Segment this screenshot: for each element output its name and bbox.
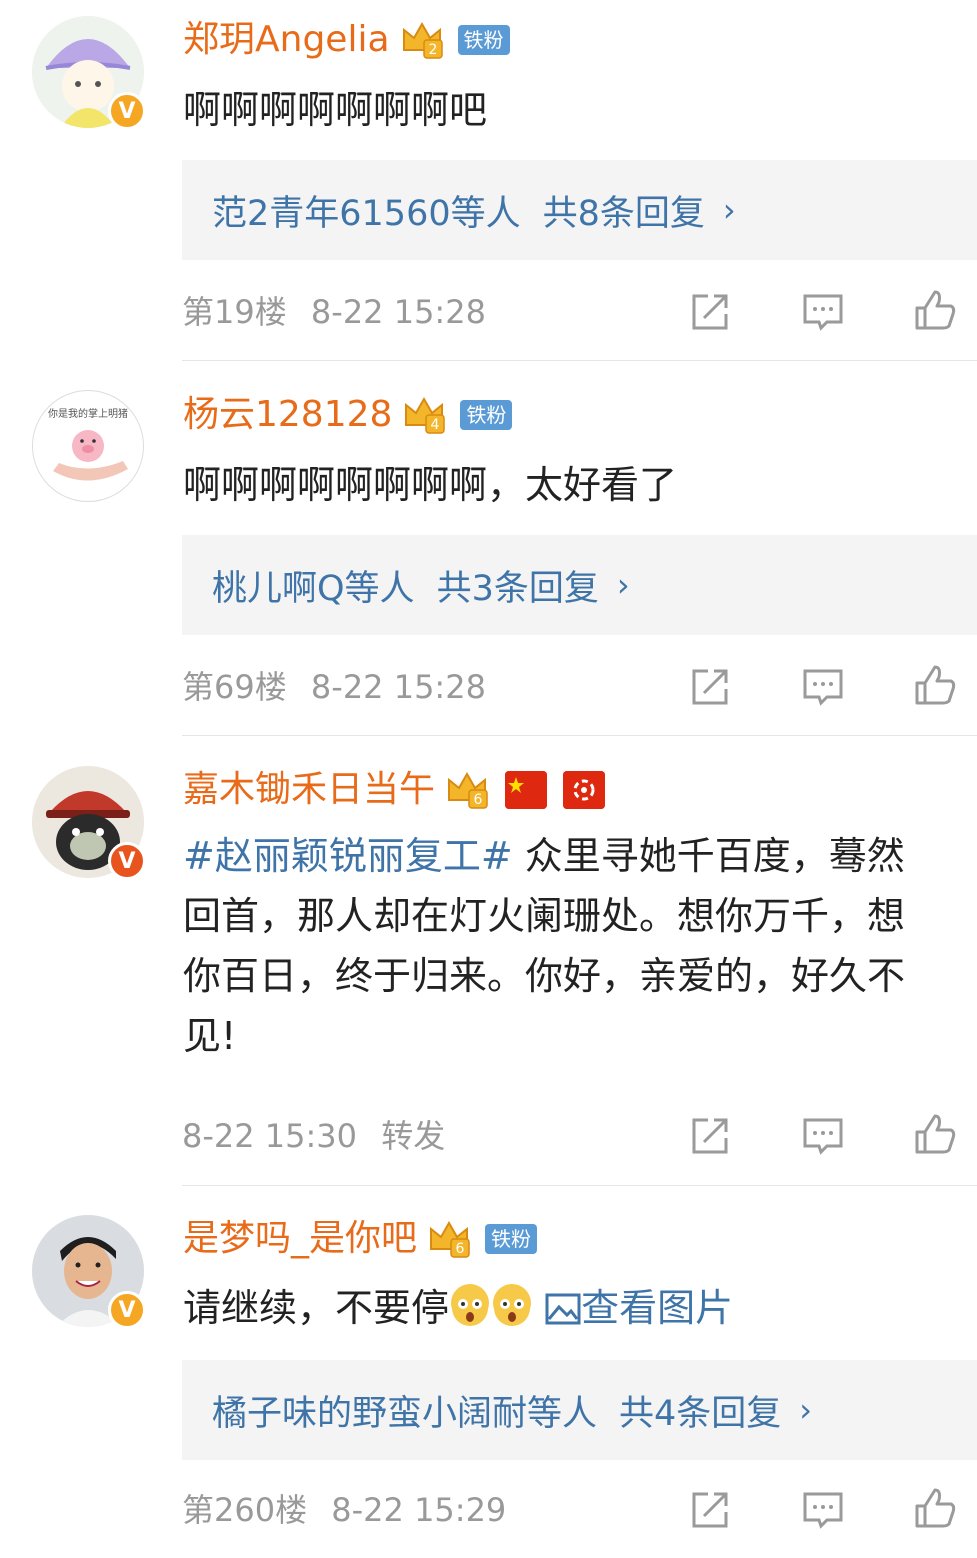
share-icon[interactable] [688,1488,732,1532]
view-image-link[interactable]: 查看图片 [545,1286,733,1330]
username[interactable]: 杨云128128 4 铁粉 [183,393,513,437]
share-icon[interactable] [688,290,732,334]
avatar[interactable]: V [32,1215,146,1329]
comment-text: 啊啊啊啊啊啊啊吧 [183,88,488,132]
reply-summary[interactable]: 橘子味的野蛮小阔耐等人 共4条回复 › [182,1360,977,1460]
reply-summary[interactable]: 范2青年61560等人 共8条回复 › [182,160,977,260]
comment-meta: 8-22 15:30 转发 [182,1116,445,1156]
hong-kong-flag-icon [563,771,606,809]
chevron-right-icon: › [722,191,736,229]
crown-level-icon: 2 [400,20,444,60]
username-text[interactable]: 杨云128128 [183,393,392,437]
username-text[interactable]: 是梦吗_是你吧 [183,1217,417,1261]
avatar[interactable]: 你是我的掌上明猪 [32,390,144,502]
username[interactable]: 是梦吗_是你吧 6 铁粉 [183,1217,538,1261]
timestamp: 8-22 15:28 [310,668,486,706]
verified-badge-icon: V [108,1291,146,1329]
fan-badge: 铁粉 [460,400,513,430]
comment-line: 你百日，终于归来。你好，亲爱的，好久不 [183,954,906,998]
comment-meta: 第19楼 8-22 15:28 [182,292,486,332]
crown-level-icon: 6 [445,770,489,810]
fan-badge: 铁粉 [485,1224,538,1254]
comment-text: #赵丽颖锐丽复工# 众里寻她千百度，蓦然 回首，那人却在灯火阑珊处。想你万千，想… [183,826,905,1066]
repost-label[interactable]: 转发 [381,1117,445,1155]
avatar[interactable]: V [32,766,146,880]
svg-text:6: 6 [456,1241,465,1257]
comment-icon[interactable] [801,665,845,709]
fan-badge: 铁粉 [457,25,510,55]
username-text[interactable]: 嘉木锄禾日当午 [183,768,435,812]
crown-level-icon: 6 [427,1219,471,1259]
comment-line: 众里寻她千百度，蓦然 [512,834,905,878]
svg-text:你是我的掌上明猪: 你是我的掌上明猪 [48,407,128,420]
divider [182,1185,977,1186]
divider [182,735,977,736]
timestamp: 8-22 15:28 [310,293,486,331]
view-image-label[interactable]: 查看图片 [581,1286,733,1330]
comment-meta: 第69楼 8-22 15:28 [182,667,486,707]
like-icon[interactable] [913,663,957,707]
floor-number: 第69楼 [182,668,287,706]
divider [182,360,977,361]
image-icon [545,1293,581,1325]
share-icon[interactable] [688,665,732,709]
timestamp: 8-22 15:29 [331,1491,507,1529]
username[interactable]: 嘉木锄禾日当午 6 [183,768,606,812]
comment-icon[interactable] [801,1488,845,1532]
comment-body: 请继续，不要停 [183,1286,450,1330]
avatar[interactable]: V [32,16,146,130]
comment-line: 见! [183,1014,237,1058]
like-icon[interactable] [913,288,957,332]
chevron-right-icon: › [799,1391,813,1429]
like-icon[interactable] [913,1112,957,1156]
comment-text: 啊啊啊啊啊啊啊啊，太好看了 [183,463,678,507]
username-text[interactable]: 郑玥Angelia [183,18,390,62]
svg-text:4: 4 [431,417,440,433]
comment-text: 请继续，不要停 查看图片 [183,1278,733,1338]
floor-number: 第260楼 [182,1491,308,1529]
crown-level-icon: 4 [402,395,446,435]
china-flag-icon [505,771,548,809]
like-icon[interactable] [913,1486,957,1530]
reply-count[interactable]: 共3条回复 [437,560,599,611]
verified-badge-icon: V [108,92,146,130]
reply-count[interactable]: 共8条回复 [543,185,705,236]
floor-number: 第19楼 [182,293,287,331]
svg-text:6: 6 [474,792,483,808]
verified-badge-icon: V [108,842,146,880]
reply-users[interactable]: 橘子味的野蛮小阔耐等人 [212,1385,597,1436]
reply-users[interactable]: 范2青年61560等人 [212,185,521,236]
reply-count[interactable]: 共4条回复 [619,1385,781,1436]
comment-meta: 第260楼 8-22 15:29 [182,1490,506,1530]
comment-icon[interactable] [801,290,845,334]
share-icon[interactable] [688,1114,732,1158]
reply-users[interactable]: 桃儿啊Q等人 [212,560,415,611]
shocked-face-emoji-icon [493,1284,532,1326]
reply-summary[interactable]: 桃儿啊Q等人 共3条回复 › [182,535,977,635]
comment-icon[interactable] [801,1114,845,1158]
comment-line: 回首，那人却在灯火阑珊处。想你万千，想 [183,894,906,938]
topic-hashtag-link[interactable]: #赵丽颖锐丽复工# [183,834,513,878]
svg-text:2: 2 [428,42,437,58]
chevron-right-icon: › [616,566,630,604]
timestamp: 8-22 15:30 [182,1117,358,1155]
username[interactable]: 郑玥Angelia 2 铁粉 [183,18,510,62]
shocked-face-emoji-icon [451,1284,490,1326]
